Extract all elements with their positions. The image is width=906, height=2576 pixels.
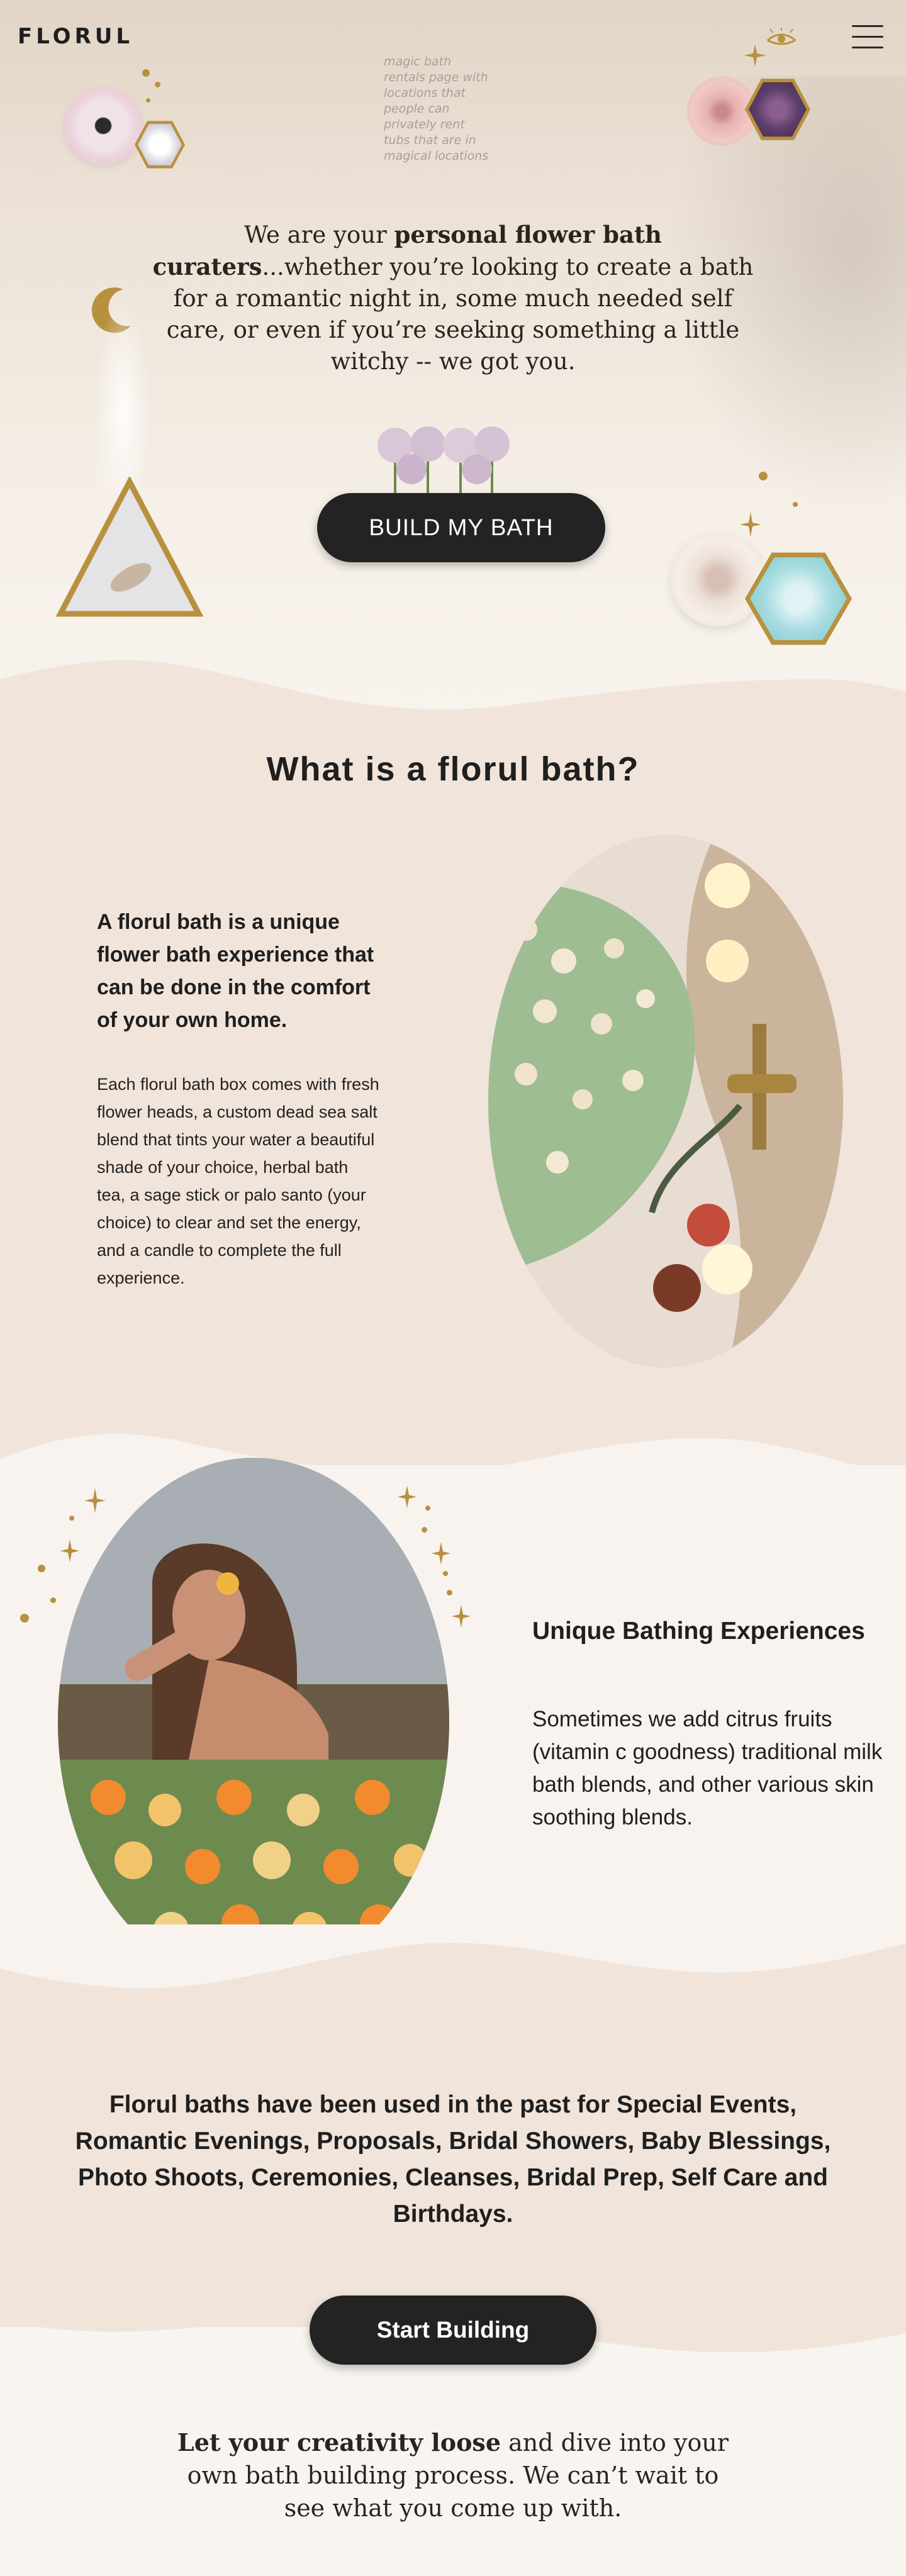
designer-note: magic bath rentals page with locations t… — [384, 55, 489, 163]
eye-icon — [766, 28, 797, 47]
gold-dot — [425, 1506, 430, 1511]
unique-body-text: Sometimes we add citrus fruits (vitamin … — [532, 1707, 883, 1829]
sparkle-icon — [744, 44, 766, 67]
site-logo[interactable]: FLORUL — [18, 24, 133, 49]
footer-copy-text: Let your creativity loose and dive into … — [164, 2426, 742, 2524]
lavender-roses-image — [371, 425, 522, 494]
sparkle-icon — [740, 512, 761, 537]
sparkle-icon — [60, 1540, 79, 1562]
white-rose-image — [671, 532, 765, 626]
sparkle-icon — [432, 1542, 450, 1565]
gold-dot — [142, 69, 150, 77]
pink-rose-image — [687, 77, 756, 146]
gold-dot — [422, 1527, 427, 1533]
gold-dot — [146, 98, 150, 103]
start-building-button[interactable]: Start Building — [310, 2296, 596, 2365]
triangle-frame-icon — [55, 475, 204, 619]
hero-intro-before: We are your — [244, 221, 394, 248]
gold-dot — [443, 1571, 448, 1576]
hero-intro-text: We are your personal flower bath curater… — [151, 219, 755, 377]
sparkle-icon — [452, 1605, 471, 1628]
wave-divider — [0, 1924, 906, 2025]
gold-dot — [759, 472, 768, 480]
bath-photo — [488, 835, 843, 1367]
build-my-bath-button[interactable]: BUILD MY BATH — [317, 493, 605, 562]
gold-dot — [155, 82, 160, 87]
wave-divider — [0, 660, 906, 730]
occasions-text: Florul baths have been used in the past … — [75, 2091, 831, 2228]
sparkle-icon — [398, 1485, 417, 1508]
about-body-text: Each florul bath box comes with fresh fl… — [97, 1075, 379, 1287]
anemone-flower-image — [64, 87, 142, 165]
woman-bath-photo — [58, 1458, 449, 1986]
sparkle-icon — [84, 1488, 106, 1513]
section-title: What is a florul bath? — [266, 750, 640, 788]
gold-dot — [69, 1516, 74, 1521]
gold-dot — [50, 1597, 56, 1603]
smoke-image — [94, 296, 151, 491]
footer-copy-bold: Let your creativity loose — [177, 2428, 501, 2457]
about-lead-text: A florul bath is a unique flower bath ex… — [97, 910, 374, 1032]
unique-heading: Unique Bathing Experiences — [532, 1618, 865, 1645]
gold-dot — [447, 1590, 452, 1596]
menu-icon[interactable] — [852, 25, 883, 50]
gold-dot — [793, 502, 798, 507]
gold-dot — [20, 1614, 29, 1623]
gold-dot — [38, 1565, 45, 1572]
